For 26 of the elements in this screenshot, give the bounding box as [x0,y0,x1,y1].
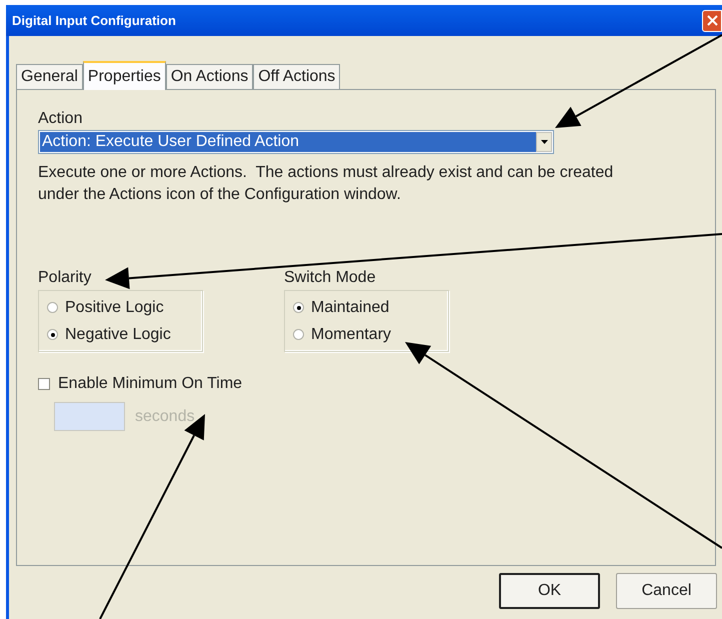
seconds-input-field[interactable] [54,402,125,431]
tab[interactable]: General [16,64,83,89]
radio-button[interactable] [47,302,58,313]
radio-label: Maintained [311,298,390,318]
radio-label: Momentary [311,324,392,344]
dropdown-value: Action: Execute User Defined Action [40,132,536,152]
close-button[interactable] [702,10,722,32]
radio-label: Positive Logic [65,298,164,318]
group-label: Polarity [38,268,92,288]
close-icon [706,15,718,26]
radio-button[interactable] [293,329,304,340]
field-label: Action [38,109,84,129]
checkbox-label: Enable Minimum On Time [58,374,242,394]
window-title: Digital Input Configuration [12,12,176,30]
unit-label: seconds [135,406,195,426]
radio-button[interactable] [47,329,58,340]
dialog-button[interactable]: Cancel [616,573,717,609]
tab[interactable]: Off Actions [253,64,340,89]
radio-button[interactable] [293,302,304,313]
tab[interactable]: Properties [82,61,166,90]
action-description: Execute one or more Actions. The actions must already exist and can be created under the Actions icon of the Configuration window. [38,163,614,205]
group-label: Switch Mode [284,268,377,288]
dialog-button[interactable]: OK [499,573,600,609]
tab[interactable]: On Actions [166,64,254,89]
action-dropdown[interactable]: Action: Execute User Defined Action [38,130,554,154]
radio-label: Negative Logic [65,324,171,344]
